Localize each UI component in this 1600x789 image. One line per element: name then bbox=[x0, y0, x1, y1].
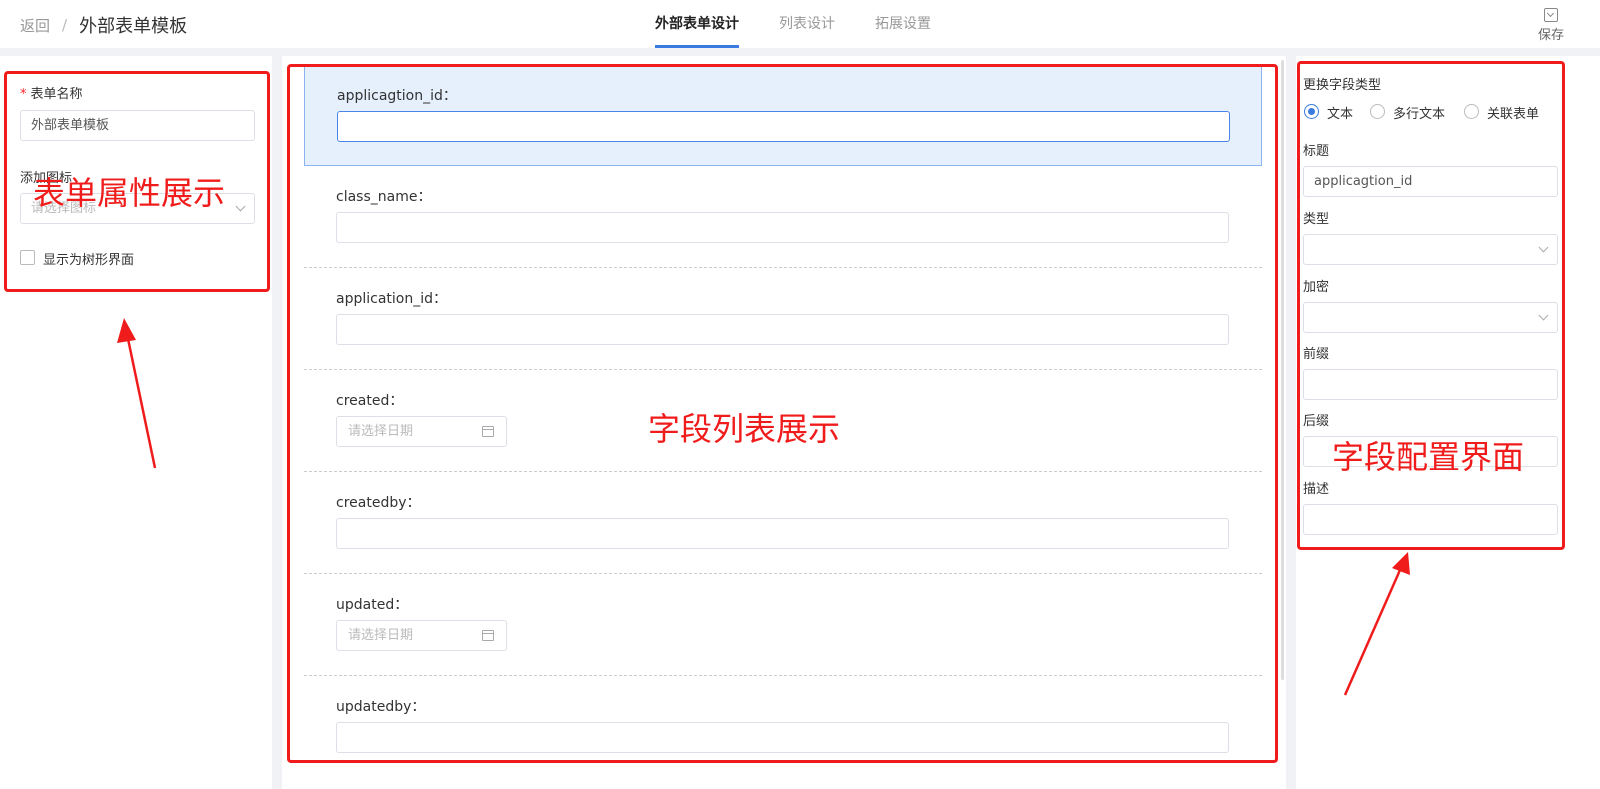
annotation-arrows bbox=[117, 318, 1410, 696]
arrow-left-icon bbox=[117, 318, 157, 469]
arrow-right-icon bbox=[1343, 552, 1410, 696]
